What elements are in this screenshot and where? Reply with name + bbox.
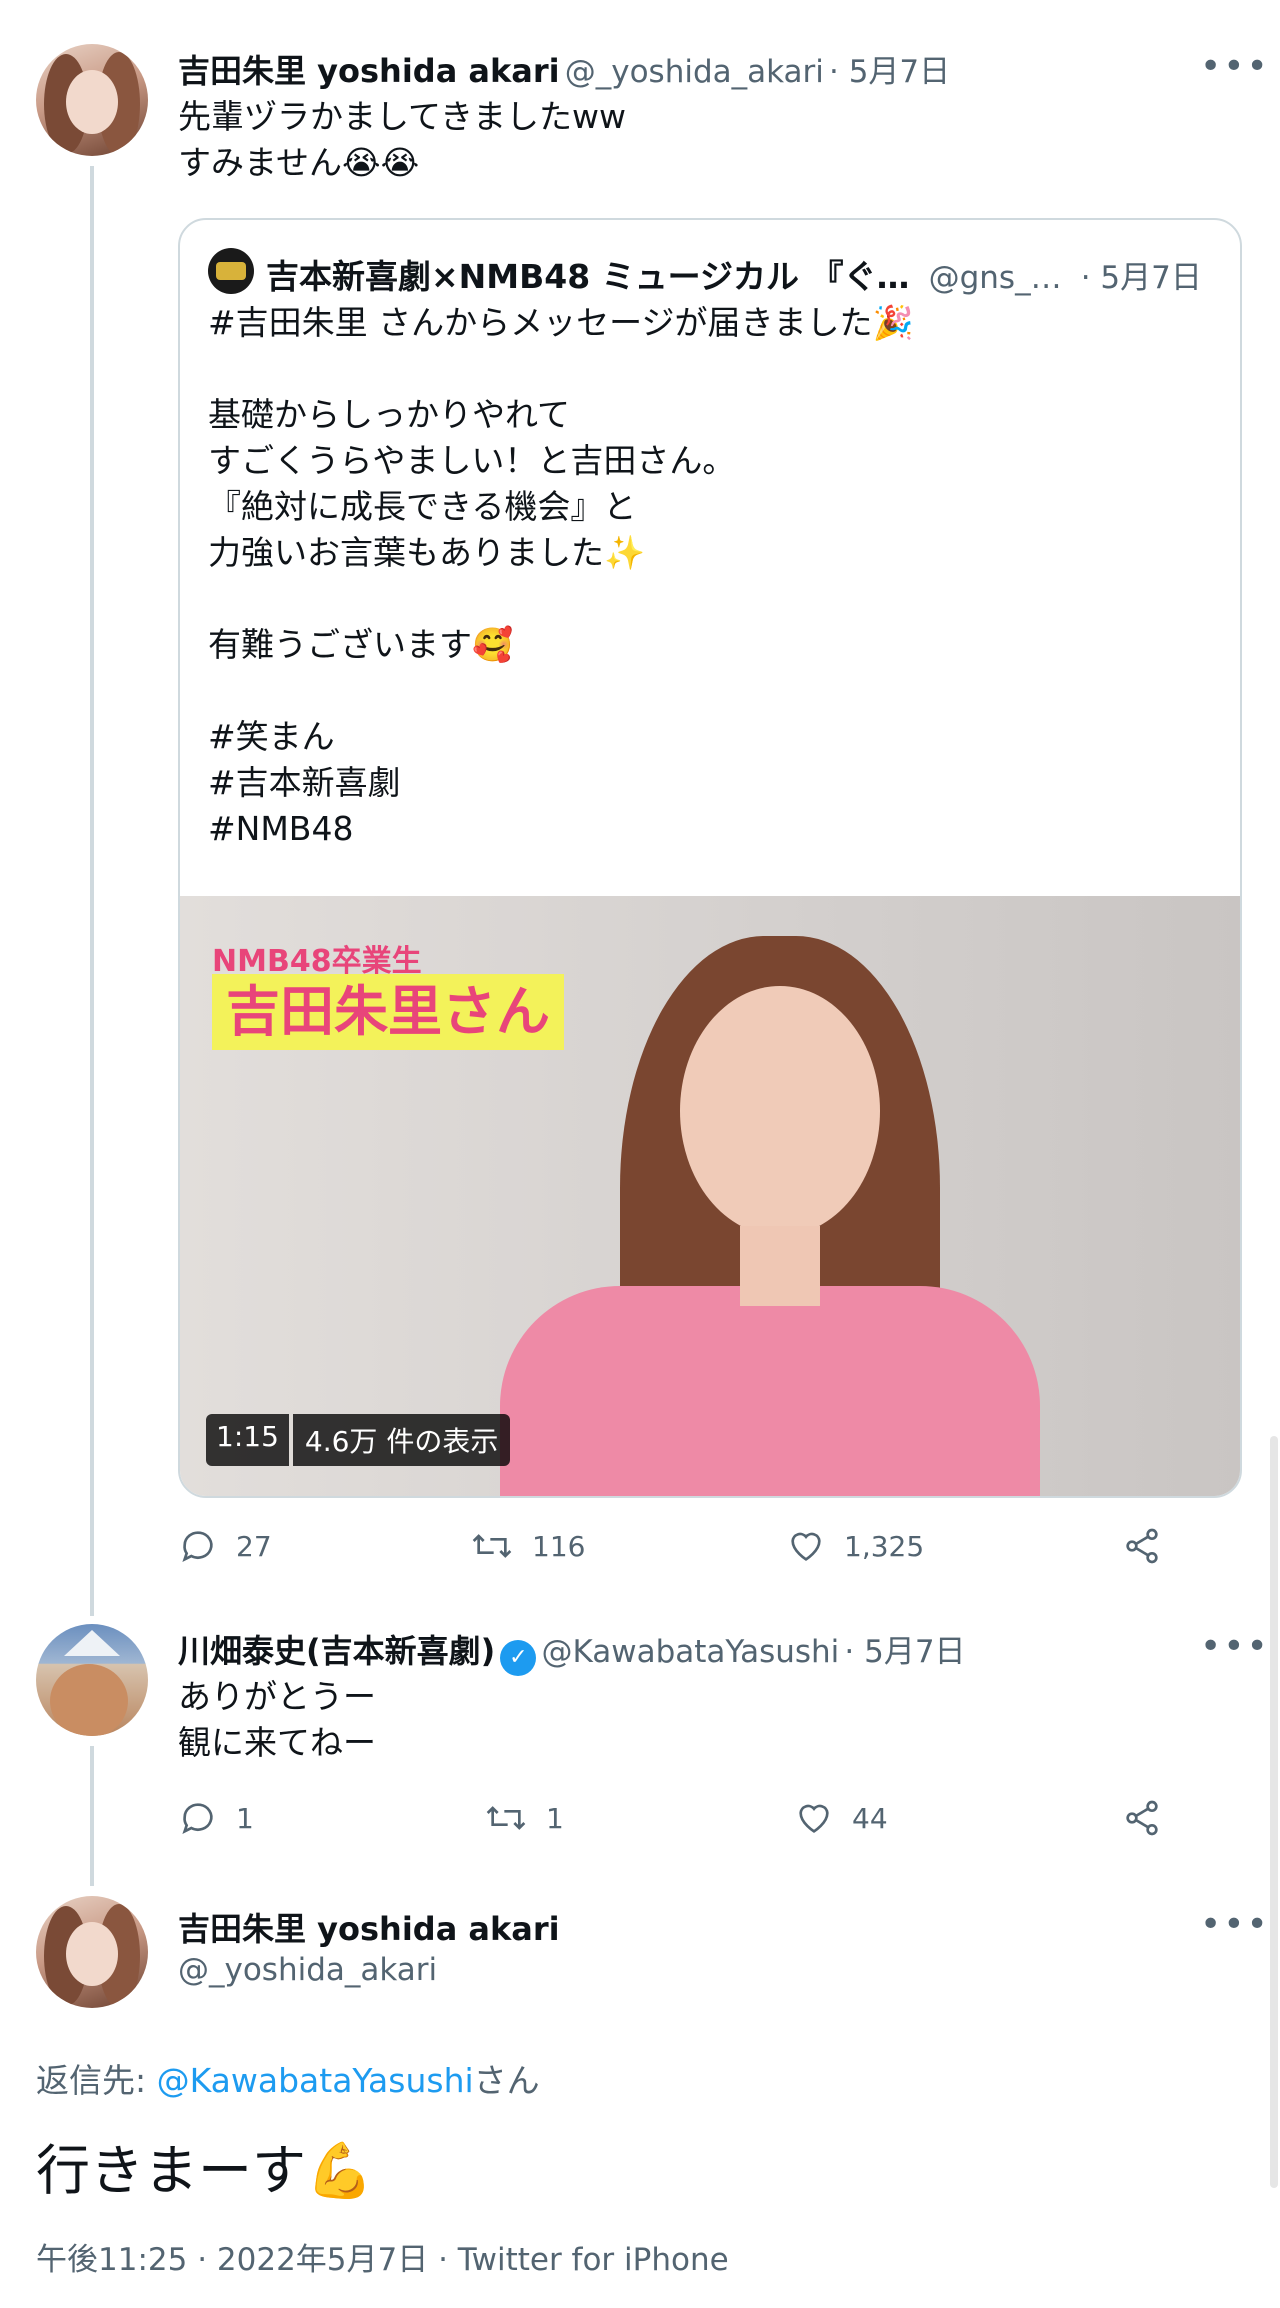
replying-to: 返信先: @KawabataYasushiさん <box>36 2054 540 2102</box>
retweet-count: 1 <box>546 1801 564 1835</box>
avatar[interactable] <box>36 1624 148 1736</box>
reply-mention-link[interactable]: @KawabataYasushi <box>157 2061 474 2100</box>
scrollbar[interactable] <box>1270 1436 1278 2188</box>
reply-icon <box>182 1531 213 1562</box>
quote-text: #吉田朱里 さんからメッセージが届きました🎉 基礎からしっかりやれて すごくうら… <box>208 303 914 848</box>
reply-prefix: 返信先: <box>36 2061 157 2100</box>
tweet-timestamp[interactable]: 午後11:25 · 2022年5月7日 · Twitter for iPhone <box>36 2234 729 2279</box>
like-button[interactable]: 44 <box>794 1798 888 1838</box>
reply-button[interactable]: 1 <box>178 1798 254 1838</box>
verified-badge-icon: ✓ <box>500 1639 537 1676</box>
video-views: 4.6万 件の表示 <box>292 1414 511 1466</box>
retweet-icon <box>486 1806 526 1830</box>
tweet-header: 川畑泰史(吉本新喜劇) ✓ @KawabataYasushi · 5月7日 <box>178 1626 1178 1676</box>
tweet-header: 吉田朱里 yoshida akari @_yoshida_akari · 5月7… <box>178 46 1178 92</box>
video-player[interactable]: NMB48卒業生 吉田朱里さん 1:15 4.6万 件の表示 <box>180 896 1240 1496</box>
avatar[interactable] <box>36 1896 148 2008</box>
like-count: 44 <box>852 1801 888 1835</box>
video-person-face <box>680 986 880 1236</box>
more-options-icon[interactable]: ••• <box>1200 1626 1270 1667</box>
video-person-shirt <box>500 1286 1040 1496</box>
retweet-icon <box>472 1534 512 1558</box>
reply-icon <box>182 1803 213 1834</box>
retweet-count: 116 <box>532 1529 586 1563</box>
display-name[interactable]: 吉田朱里 yoshida akari <box>178 1904 560 1950</box>
thread-line <box>90 166 94 1616</box>
thread-line <box>90 1746 94 1886</box>
tweet-text: 先輩ヅラかましてきましたww すみません😭😭 <box>178 97 626 182</box>
reply-suffix: さん <box>473 2061 540 2100</box>
display-name[interactable]: 川畑泰史(吉本新喜劇) <box>178 1632 495 1670</box>
like-button[interactable]: 1,325 <box>786 1526 924 1566</box>
quoted-tweet[interactable]: 吉本新喜劇×NMB48 ミュージカル 『ぐ… @gns_… · 5月7日 #吉田… <box>178 218 1242 1498</box>
more-options-icon[interactable]: ••• <box>1200 46 1270 87</box>
heart-icon <box>799 1804 829 1833</box>
reply-count: 27 <box>236 1529 272 1563</box>
quote-date[interactable]: · 5月7日 <box>1081 260 1202 296</box>
share-icon <box>1126 1528 1158 1564</box>
user-handle[interactable]: @KawabataYasushi <box>541 1634 839 1670</box>
retweet-button[interactable]: 1 <box>484 1798 564 1838</box>
share-icon <box>1126 1800 1158 1836</box>
share-button[interactable] <box>1122 1526 1162 1570</box>
quote-avatar[interactable] <box>208 248 254 294</box>
heart-icon <box>791 1532 821 1561</box>
display-name[interactable]: 吉田朱里 yoshida akari <box>178 52 560 90</box>
like-count: 1,325 <box>844 1529 925 1563</box>
reply-count: 1 <box>236 1801 254 1835</box>
video-duration: 1:15 <box>206 1414 289 1466</box>
retweet-button[interactable]: 116 <box>470 1526 585 1566</box>
quote-handle[interactable]: @gns_… <box>929 260 1062 296</box>
tweet-text: 行きまーす💪 <box>36 2139 374 2202</box>
tweet-date[interactable]: · 5月7日 <box>844 1634 965 1670</box>
tweet-date[interactable]: · 5月7日 <box>829 54 950 90</box>
quote-display-name[interactable]: 吉本新喜劇×NMB48 ミュージカル 『ぐ… <box>266 257 910 296</box>
video-caption-big: 吉田朱里さん <box>212 974 564 1050</box>
tweet-text: ありがとうー 観に来てねー <box>178 1677 376 1762</box>
video-person-neck <box>740 1226 820 1306</box>
user-handle[interactable]: @_yoshida_akari <box>565 54 824 90</box>
avatar[interactable] <box>36 44 148 156</box>
reply-button[interactable]: 27 <box>178 1526 272 1566</box>
more-options-icon[interactable]: ••• <box>1200 1904 1270 1945</box>
share-button[interactable] <box>1122 1798 1162 1842</box>
user-handle[interactable]: @_yoshida_akari <box>178 1952 437 1988</box>
